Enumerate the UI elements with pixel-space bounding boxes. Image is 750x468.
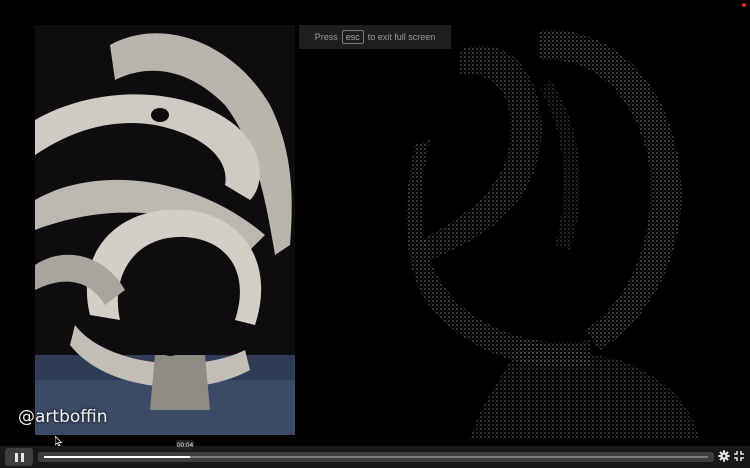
- pause-button[interactable]: [5, 448, 33, 466]
- player-controls: [0, 446, 750, 468]
- seek-bar[interactable]: [38, 452, 714, 462]
- toast-suffix-text: to exit full screen: [367, 32, 436, 42]
- sculpture-photo: [35, 25, 295, 435]
- seek-progress: [44, 456, 190, 458]
- esc-key-badge: esc: [341, 30, 364, 44]
- pause-icon: [13, 452, 25, 462]
- watermark-text: @artboffin: [18, 407, 108, 427]
- fullscreen-toast: Press esc to exit full screen: [299, 25, 451, 49]
- fullscreen-exit-icon[interactable]: [733, 450, 745, 462]
- video-stage[interactable]: Press esc to exit full screen @artboffin: [0, 0, 750, 446]
- time-tooltip: 00:04: [176, 440, 194, 453]
- toast-press-text: Press: [314, 32, 338, 42]
- recording-dot-icon: [742, 3, 746, 7]
- point-cloud-render: [400, 20, 720, 440]
- gear-icon[interactable]: [718, 450, 730, 462]
